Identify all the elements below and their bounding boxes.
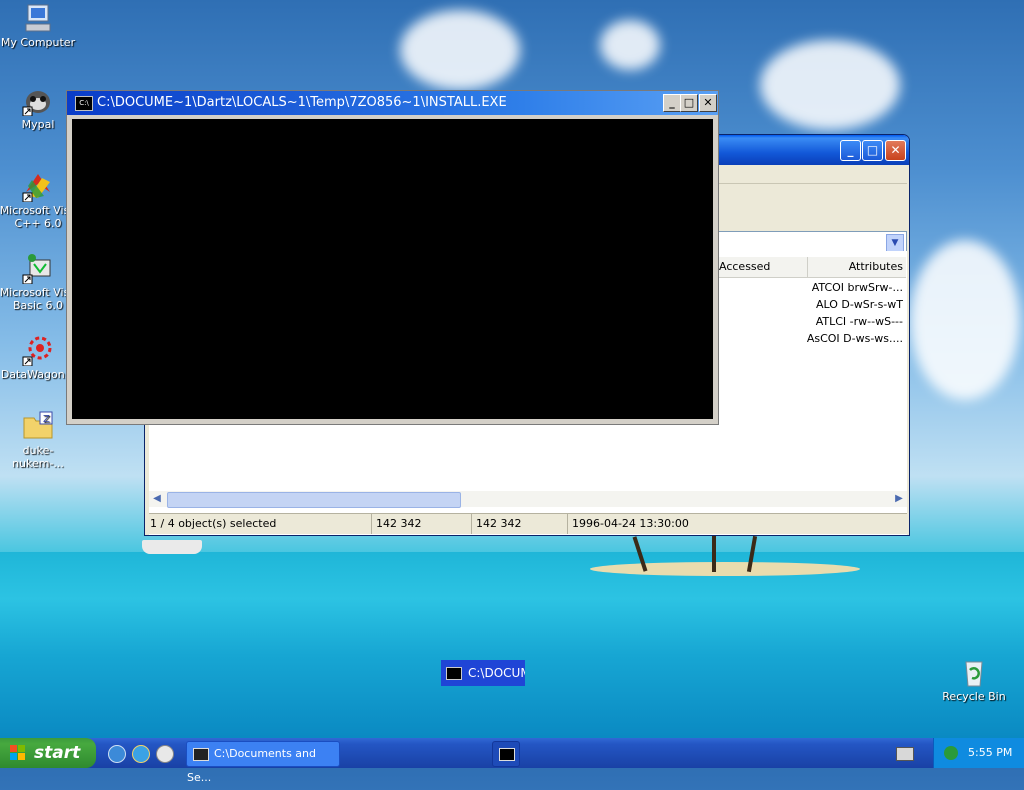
- console-title: C:\DOCUME~1\Dartz\LOCALS~1\Temp\7ZO856~1…: [97, 95, 507, 110]
- start-button[interactable]: start: [0, 738, 96, 768]
- status-selection: 1 / 4 object(s) selected: [150, 517, 277, 530]
- scroll-left-icon[interactable]: ◀: [149, 491, 165, 507]
- minimize-button[interactable]: _: [840, 140, 861, 161]
- table-row-attributes[interactable]: ATCOI brwSrw-...: [812, 281, 903, 294]
- column-header-accessed[interactable]: Accessed: [717, 257, 807, 278]
- horizontal-scrollbar[interactable]: ◀ ▶: [149, 491, 907, 508]
- console-titlebar[interactable]: C:\ C:\DOCUME~1\Dartz\LOCALS~1\Temp\7ZO8…: [67, 91, 718, 115]
- raccoon-icon: [22, 84, 54, 117]
- column-header-attributes[interactable]: Attributes: [807, 257, 906, 278]
- keyboard-icon[interactable]: [896, 747, 914, 761]
- safely-remove-icon[interactable]: [944, 746, 958, 760]
- desktop-icon-my-computer[interactable]: My Computer: [0, 2, 78, 49]
- status-date: 1996-04-24 13:30:00: [567, 514, 689, 534]
- desktop-icon-label: Recycle Bin: [942, 690, 1006, 703]
- console-icon: [499, 747, 515, 761]
- table-row-attributes[interactable]: ALO D-wSr-s-wT: [816, 298, 903, 311]
- taskbar: start C:\Documents and Se... 5:55 PM: [0, 738, 1024, 784]
- clock[interactable]: 5:55 PM: [968, 738, 1012, 768]
- recycle-bin-icon: [958, 656, 990, 688]
- table-row-attributes[interactable]: AsCOI D-ws-ws....: [807, 332, 903, 345]
- scrollbar-thumb[interactable]: [167, 492, 461, 508]
- archive-app-icon: [193, 747, 209, 761]
- system-tray: 5:55 PM: [933, 738, 1024, 768]
- drag-ghost: C:\DOCUME: [441, 660, 525, 686]
- desktop-icon-label: duke-nukem-...: [12, 444, 64, 470]
- taskbar-item-documents[interactable]: C:\Documents and Se...: [186, 741, 340, 784]
- media-player-icon[interactable]: [156, 745, 174, 763]
- visual-cpp-icon: [22, 170, 54, 203]
- zip-folder-icon: Z: [22, 410, 54, 442]
- internet-explorer-icon[interactable]: [132, 745, 150, 763]
- status-packed-size: 142 342: [471, 514, 522, 534]
- maximize-button[interactable]: □: [680, 94, 698, 112]
- minimize-button[interactable]: _: [663, 94, 681, 112]
- close-button[interactable]: ✕: [885, 140, 906, 161]
- desktop-icon-recycle-bin[interactable]: Recycle Bin: [934, 656, 1014, 703]
- svg-text:Z: Z: [43, 414, 50, 425]
- status-bar: 1 / 4 object(s) selected 142 342 142 342…: [149, 513, 907, 534]
- console-icon: [446, 667, 462, 680]
- gear-icon: [22, 334, 54, 367]
- status-size: 142 342: [371, 514, 422, 534]
- visual-basic-icon: [22, 252, 54, 285]
- windows-flag-icon: [10, 745, 25, 760]
- taskbar-item-console[interactable]: [492, 741, 520, 767]
- quicklaunch-explorer-icon[interactable]: [108, 745, 126, 763]
- table-row-attributes[interactable]: ATLCI -rw--wS---: [816, 315, 903, 328]
- console-icon: C:\: [75, 96, 93, 111]
- computer-icon: [22, 2, 54, 34]
- maximize-button[interactable]: □: [862, 140, 883, 161]
- chevron-down-icon[interactable]: ▼: [886, 234, 904, 252]
- scroll-right-icon[interactable]: ▶: [891, 491, 907, 507]
- console-window: C:\ C:\DOCUME~1\Dartz\LOCALS~1\Temp\7ZO8…: [66, 90, 719, 425]
- console-output[interactable]: [72, 119, 713, 419]
- close-button[interactable]: ✕: [699, 94, 717, 112]
- desktop-icon-label: My Computer: [0, 36, 76, 49]
